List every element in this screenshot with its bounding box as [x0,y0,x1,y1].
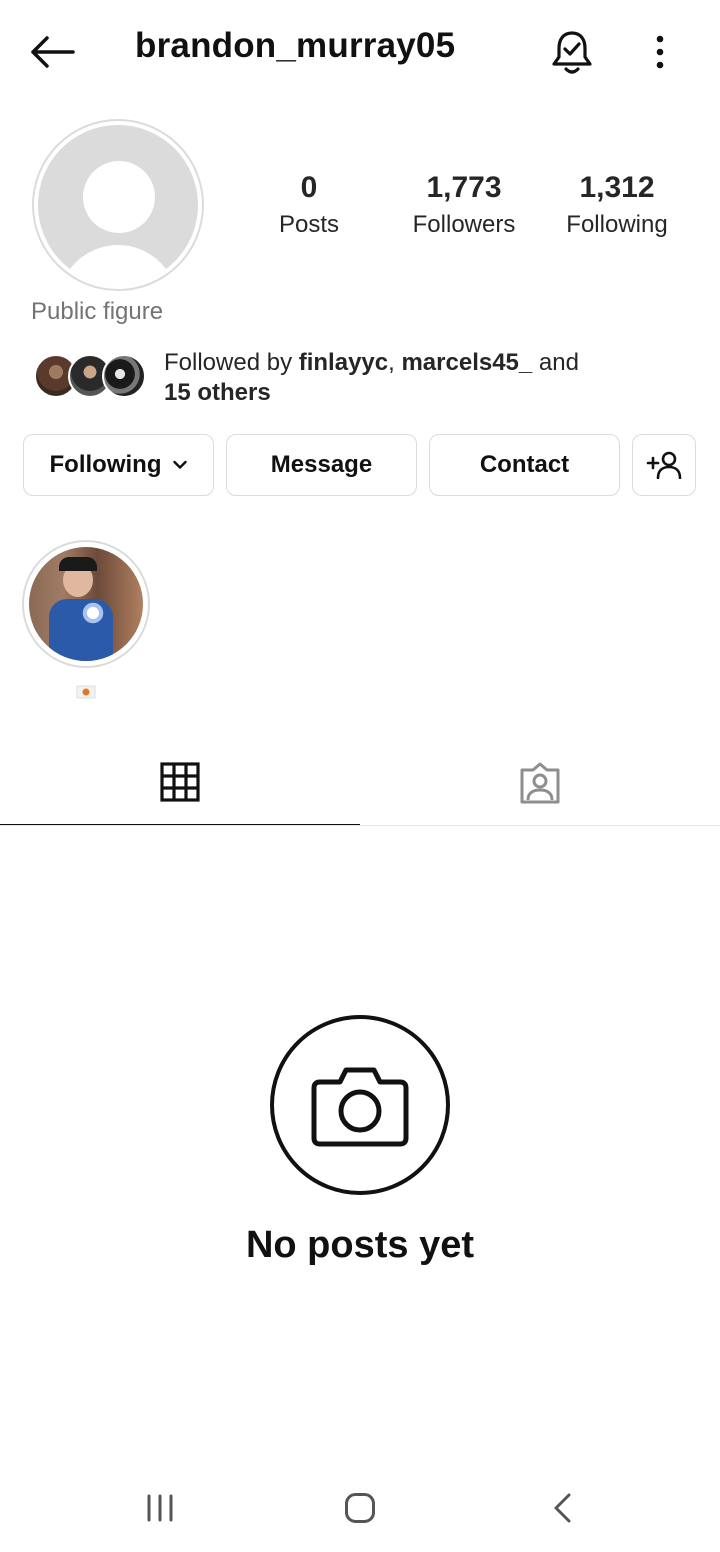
flag-emoji-icon [74,683,98,701]
tabs-divider [0,825,720,826]
message-button[interactable]: Message [226,434,417,496]
story-highlight[interactable] [22,540,150,668]
following-button-label: Following [49,451,162,478]
followed-by-suffix: and [532,349,579,376]
following-count[interactable]: 1,312 Following [547,170,687,240]
empty-state-camera [270,1015,450,1195]
system-back-button[interactable] [522,1478,602,1538]
tab-posts-grid[interactable] [0,740,360,826]
back-chevron-icon [554,1493,571,1523]
add-person-icon [646,451,682,479]
followed-by-prefix: Followed by [164,349,299,376]
contact-button[interactable]: Contact [429,434,620,496]
profile-category: Public figure [31,298,164,325]
default-avatar-icon [38,125,198,285]
posts-count[interactable]: 0 Posts [239,170,379,240]
profile-avatar[interactable] [32,119,204,291]
story-highlight-cover [29,547,143,661]
followed-by-separator: , [388,349,402,376]
home-button[interactable] [320,1478,400,1538]
followers-count-label: Followers [412,211,516,238]
mutual-follower-avatar[interactable] [102,354,146,398]
empty-state-text: No posts yet [245,1224,475,1266]
posts-count-label: Posts [278,211,340,238]
tagged-person-icon [520,762,560,804]
suggested-people-button[interactable] [632,434,696,496]
followers-count[interactable]: 1,773 Followers [394,170,534,240]
recent-apps-button[interactable] [120,1478,200,1538]
followed-by-others: 15 others [164,379,271,406]
posts-count-value: 0 [300,171,318,204]
back-button[interactable] [22,22,82,82]
message-button-label: Message [270,451,373,478]
following-count-label: Following [566,211,668,238]
followers-count-value: 1,773 [426,171,502,204]
chevron-down-icon [173,460,188,470]
more-vertical-icon [656,35,664,69]
following-button[interactable]: Following [23,434,214,496]
contact-button-label: Contact [479,451,570,478]
recent-apps-icon [147,1494,173,1522]
home-icon [345,1493,375,1523]
more-options-button[interactable] [630,22,690,82]
followed-by-user: marcels45_ [401,349,533,376]
tab-tagged[interactable] [360,740,720,826]
grid-icon [160,762,200,802]
arrow-left-icon [31,36,75,68]
following-count-value: 1,312 [579,171,655,204]
bell-check-icon [552,31,592,74]
followed-by-text[interactable]: Followed by finlayyc, marcels45_ and 15 … [164,348,579,408]
profile-username: brandon_murray05 [135,26,456,65]
followed-by-user: finlayyc [298,349,389,376]
notifications-button[interactable] [542,22,602,82]
camera-icon [311,1067,409,1147]
